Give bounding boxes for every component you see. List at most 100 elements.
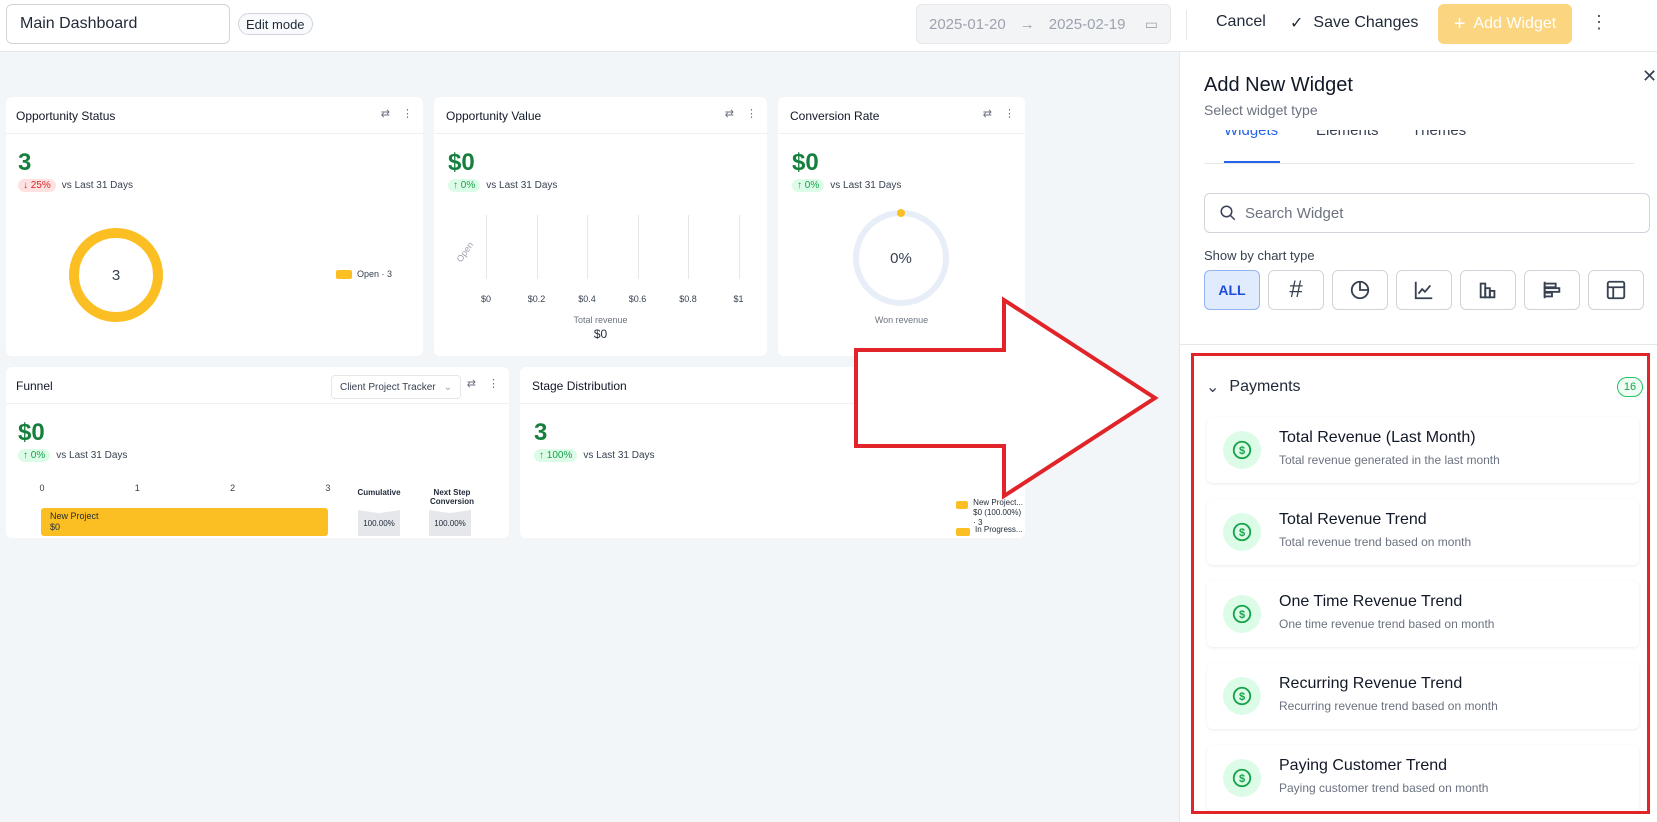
x-tick-label: $0.8 [679, 294, 697, 304]
grid-line [486, 215, 487, 279]
kebab-icon[interactable]: ⋮ [1590, 12, 1608, 33]
legend-label: In Progress... [975, 525, 1023, 534]
pie-chart-icon [1350, 280, 1370, 300]
search-placeholder: Search Widget [1245, 204, 1344, 222]
funnel-bar-label: New Project [50, 511, 99, 521]
add-widget-button[interactable]: + Add Widget [1438, 4, 1572, 44]
next-step-value: 100.00% [429, 510, 471, 536]
opportunity-value-card: Opportunity Value ⇄ ⋮ $0 ↑ 0% vs Last 31 D… [434, 97, 767, 356]
filter-all-button[interactable]: ALL [1204, 270, 1260, 310]
table-icon [1606, 280, 1626, 300]
tab-widgets[interactable]: Widgets [1224, 130, 1278, 139]
card-value: 3 [534, 419, 548, 446]
search-icon [1220, 205, 1236, 221]
date-to: 2025-02-19 [1048, 15, 1126, 33]
filter-pie-button[interactable] [1332, 270, 1388, 310]
total-value: $0 [593, 327, 608, 341]
card-value: $0 [18, 419, 45, 446]
close-icon[interactable]: ✕ [1642, 66, 1657, 87]
horizontal-bar-chart-icon [1543, 281, 1561, 299]
kebab-icon[interactable]: ⋮ [1004, 107, 1015, 120]
filter-number-button[interactable]: # [1268, 270, 1324, 310]
line-chart-icon [1414, 281, 1433, 300]
panel-title: Add New Widget [1204, 74, 1353, 96]
x-tick-label: $0.4 [578, 294, 596, 304]
edit-mode-badge: Edit mode [238, 13, 313, 35]
legend-item: In Progress... [956, 525, 1023, 536]
save-changes-button[interactable]: ✓ Save Changes [1290, 13, 1418, 33]
gauge-label: Won revenue [874, 315, 929, 325]
tab-elements[interactable]: Elements [1316, 130, 1379, 139]
pipeline-select[interactable]: Client Project Tracker ⌄ [331, 375, 461, 399]
grid-line [738, 215, 740, 279]
compare-label: vs Last 31 Days [486, 180, 558, 191]
change-badge: ↑ 0% [18, 449, 51, 462]
opportunity-status-card: Opportunity Status ⇄ ⋮ 3 ↓ 25% vs Last 31 … [6, 97, 423, 356]
filter-line-button[interactable] [1396, 270, 1452, 310]
donut-chart: 3 [69, 228, 163, 322]
x-tick-label: 0 [39, 483, 45, 493]
filter-table-button[interactable] [1588, 270, 1644, 310]
cancel-button[interactable]: Cancel [1216, 13, 1266, 31]
next-step-header: Next Step Conversion [424, 488, 480, 506]
chevron-down-icon: ⌄ [443, 381, 452, 393]
arrow-right-icon: → [1019, 15, 1035, 33]
filter-horizontal-bar-button[interactable] [1524, 270, 1580, 310]
card-title: Funnel [16, 379, 53, 393]
compare-label: vs Last 31 Days [56, 450, 128, 461]
change-badge: ↓ 25% [18, 179, 56, 192]
filter-icon[interactable]: ⇄ [467, 377, 476, 390]
divider [1186, 10, 1187, 40]
date-from: 2025-01-20 [929, 15, 1006, 33]
card-title: Opportunity Status [16, 109, 116, 123]
compare-label: vs Last 31 Days [583, 450, 655, 461]
add-widget-label: Add Widget [1473, 15, 1557, 32]
card-value: 3 [18, 149, 32, 176]
tab-themes[interactable]: Themes [1412, 130, 1466, 139]
x-tick-label: 2 [230, 483, 236, 493]
chart-type-label: Show by chart type [1204, 248, 1315, 263]
filter-icon[interactable]: ⇄ [725, 107, 734, 120]
change-badge: ↑ 0% [792, 179, 825, 192]
x-tick-label: $0.2 [527, 294, 546, 304]
filter-bar-button[interactable] [1460, 270, 1516, 310]
legend-item: Open · 3 [336, 269, 392, 279]
compare-label: vs Last 31 Days [830, 180, 902, 191]
x-tick-label: $1 [733, 294, 744, 304]
card-value: $0 [792, 149, 819, 176]
funnel-card: Funnel Client Project Tracker ⌄ ⇄ ⋮ $0 ↑ 0… [6, 367, 509, 538]
hash-icon: # [1289, 276, 1303, 303]
cumulative-value: 100.00% [358, 510, 400, 536]
kebab-icon[interactable]: ⋮ [746, 107, 757, 120]
filter-icon[interactable]: ⇄ [983, 107, 992, 120]
funnel-bar: New Project $0 [41, 508, 328, 536]
compare-label: vs Last 31 Days [61, 180, 133, 191]
calendar-icon: ▭ [1144, 15, 1158, 32]
grid-line [587, 215, 588, 279]
x-tick-label: 3 [325, 483, 331, 493]
kebab-icon[interactable]: ⋮ [488, 377, 499, 390]
change-badge: ↑ 0% [448, 179, 481, 192]
gauge-value: 0% [890, 250, 912, 267]
grid-line [688, 215, 689, 279]
legend-item: New Project... $0 (100.00%) · 3 [956, 498, 1025, 528]
stage-distribution-card: Stage Distribution 3 ↑ 100% vs Last 31 Da… [520, 367, 1025, 538]
legend-label: Open · 3 [357, 269, 393, 279]
kebab-icon[interactable]: ⋮ [402, 107, 413, 120]
top-bar: Main Dashboard Edit mode 2025-01-20 → 20… [0, 0, 1657, 52]
dashboard-name-input[interactable]: Main Dashboard [6, 4, 230, 44]
x-tick-label: $0 [480, 294, 491, 304]
grid-line [536, 215, 538, 279]
donut-center-value: 3 [112, 267, 120, 284]
card-value: $0 [448, 149, 475, 176]
gauge-chart: 0% [853, 209, 949, 306]
bar-chart-icon [1479, 282, 1496, 299]
filter-icon[interactable]: ⇄ [381, 107, 390, 120]
panel-subtitle: Select widget type [1204, 102, 1318, 118]
y-axis-label: Open [454, 240, 476, 264]
search-input[interactable]: Search Widget [1204, 193, 1650, 233]
card-title: Conversion Rate [790, 109, 880, 123]
save-label: Save Changes [1313, 14, 1419, 31]
legend-label: New Project... [973, 498, 1023, 507]
date-range-picker[interactable]: 2025-01-20 → 2025-02-19 ▭ [916, 4, 1171, 44]
